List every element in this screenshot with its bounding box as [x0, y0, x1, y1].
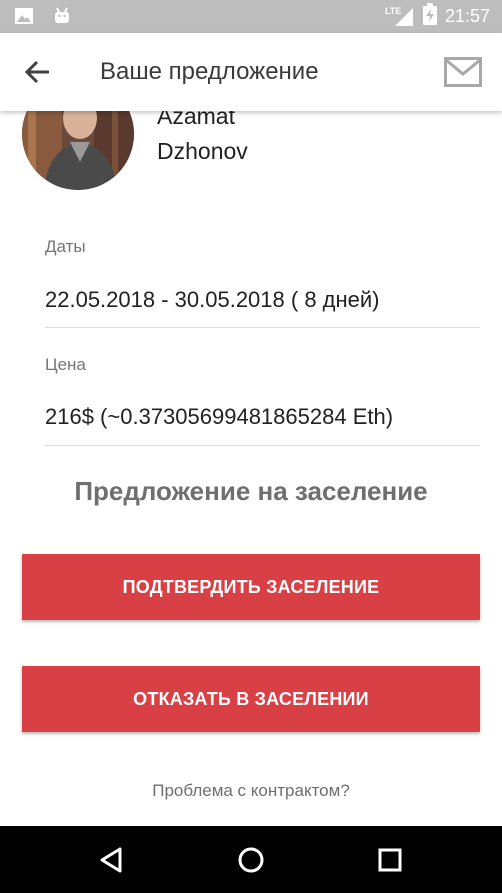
gallery-icon	[14, 6, 34, 31]
page-title: Ваше предложение	[100, 58, 319, 85]
mail-button[interactable]	[444, 57, 482, 87]
network-label: LTE	[384, 5, 402, 16]
offer-heading: Предложение на заселение	[74, 476, 428, 506]
price-value: 216$ (~0.37305699481865284 Eth)	[45, 404, 394, 429]
app-bar: Ваше предложение	[0, 33, 502, 111]
contract-problem-link[interactable]: Проблема с контрактом?	[0, 781, 502, 801]
confirm-checkin-button[interactable]: ПОДТВЕРДИТЬ ЗАСЕЛЕНИЕ	[22, 554, 480, 620]
nav-home-button[interactable]	[235, 844, 267, 876]
back-arrow-icon	[22, 60, 54, 92]
dates-label: Даты	[45, 237, 86, 256]
nav-back-button[interactable]	[96, 844, 128, 876]
android-icon	[52, 6, 72, 31]
decline-checkin-button[interactable]: ОТКАЗАТЬ В ЗАСЕЛЕНИИ	[22, 666, 480, 732]
navigation-bar	[0, 826, 502, 893]
dates-value: 22.05.2018 - 30.05.2018 ( 8 дней)	[45, 287, 380, 312]
divider	[45, 445, 480, 446]
home-circle-icon	[235, 847, 267, 880]
back-triangle-icon	[96, 847, 128, 880]
status-time: 21:57	[444, 6, 490, 26]
recents-square-icon	[374, 848, 406, 880]
signal-icon: LTE	[385, 6, 415, 28]
price-label: Цена	[45, 355, 86, 374]
battery-icon	[422, 3, 437, 30]
back-button[interactable]	[22, 56, 54, 88]
nav-recents-button[interactable]	[374, 844, 406, 876]
status-bar: LTE 21:57	[0, 0, 502, 33]
mail-icon	[444, 57, 482, 91]
divider	[45, 327, 480, 328]
profile-last-name: Dzhonov	[157, 138, 248, 164]
